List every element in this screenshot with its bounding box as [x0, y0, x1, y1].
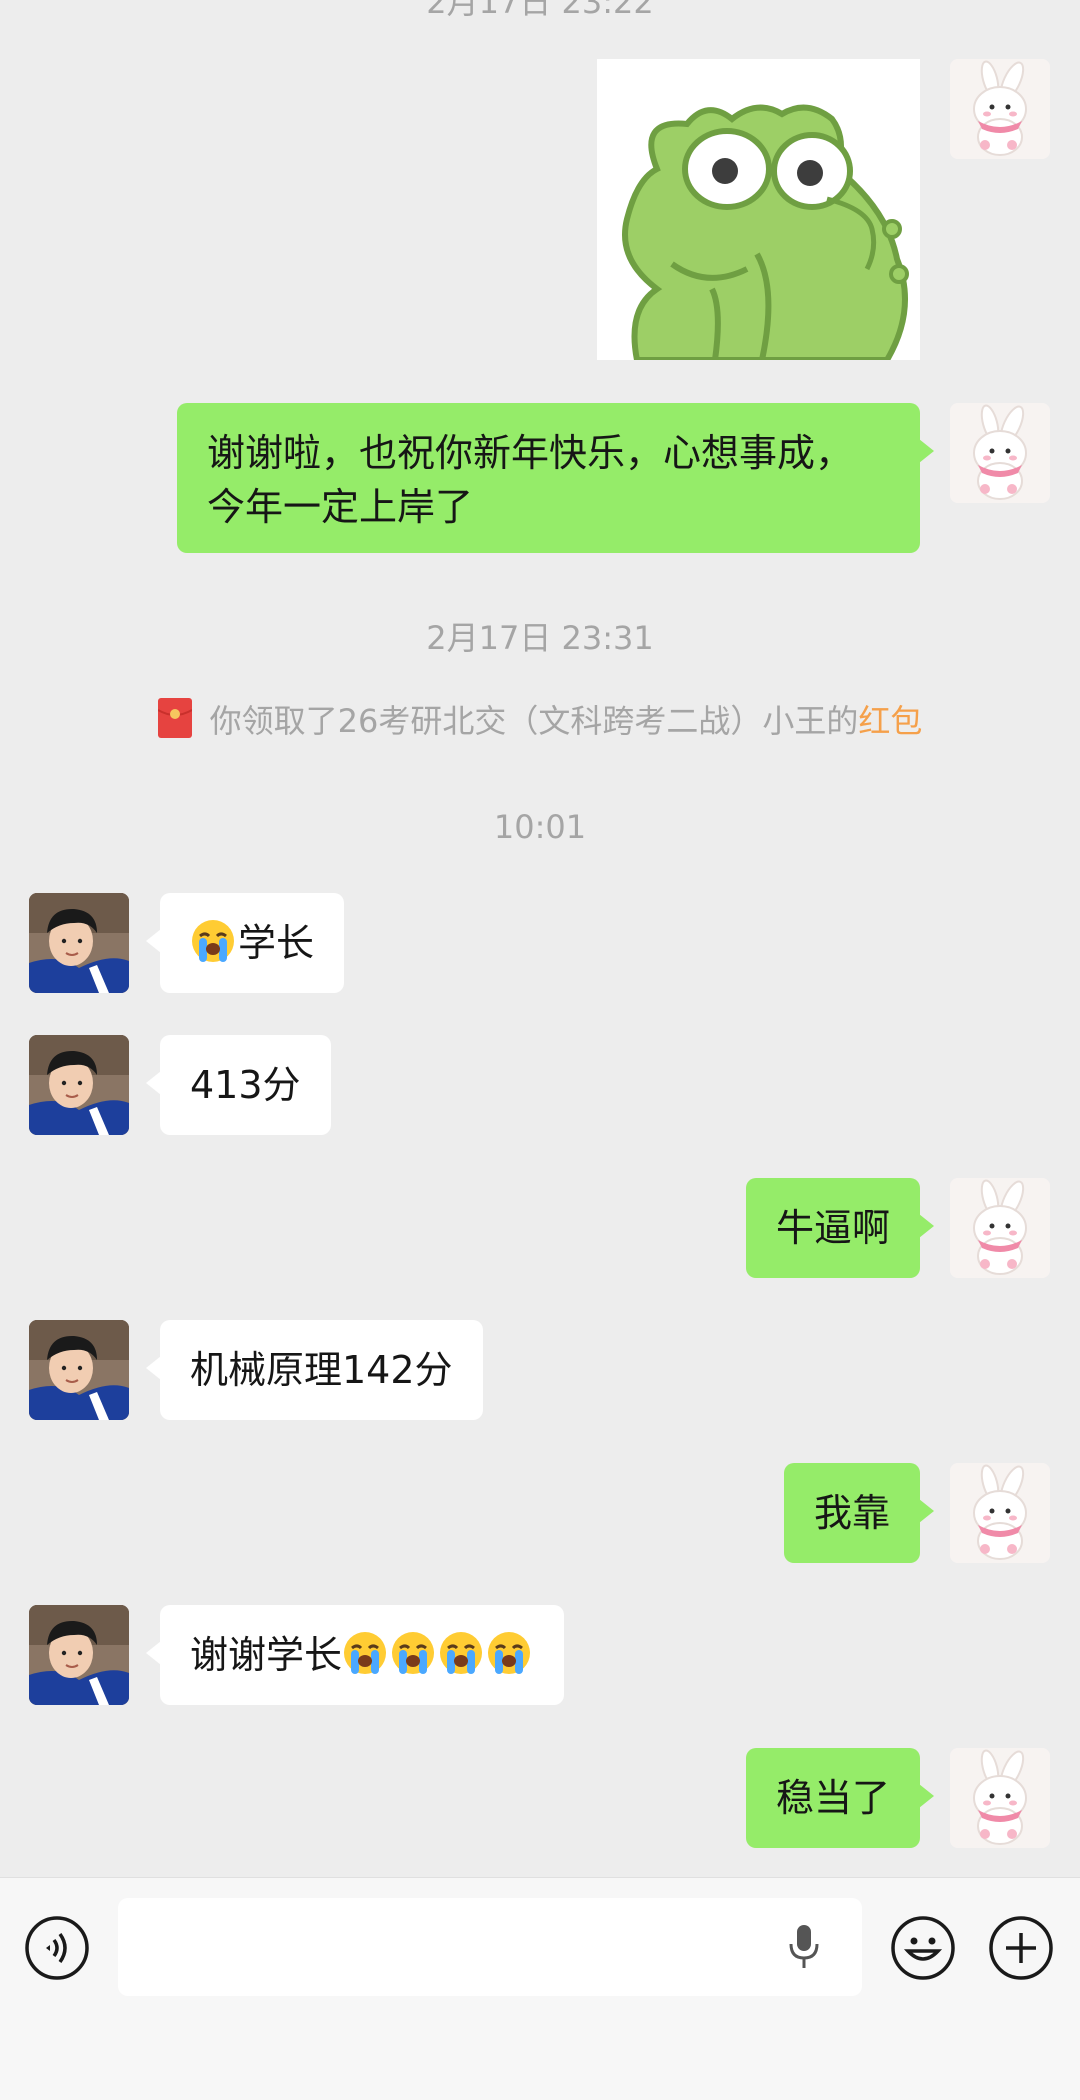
- my-message-bubble[interactable]: 谢谢啦，也祝你新年快乐，心想事成， 今年一定上岸了: [177, 403, 934, 553]
- plus-icon[interactable]: [988, 1915, 1054, 1981]
- crying-emoji-icon: [190, 918, 236, 964]
- message-input[interactable]: [118, 1898, 862, 1996]
- message-text-line-2: 今年一定上岸了: [207, 485, 474, 529]
- voice-icon[interactable]: [24, 1915, 90, 1981]
- red-packet-link[interactable]: 红包: [858, 702, 922, 740]
- notice-sender: 26考研北交（文科跨考二战）小王的: [337, 702, 859, 740]
- message-text: 机械原理142分: [190, 1348, 453, 1392]
- contact-message-bubble[interactable]: 413分: [146, 1035, 331, 1135]
- message-text: 谢谢学长: [190, 1633, 343, 1677]
- timestamp-top: 2月17日 23:22: [426, 0, 654, 21]
- contact-message-bubble[interactable]: 机械原理142分: [146, 1320, 483, 1420]
- my-avatar[interactable]: [950, 59, 1050, 159]
- emoji-icon[interactable]: [890, 1915, 956, 1981]
- crying-emoji-icon: [342, 1630, 388, 1676]
- my-message-bubble[interactable]: 牛逼啊: [745, 1178, 935, 1278]
- red-packet-notice[interactable]: 你领取了26考研北交（文科跨考二战）小王的红包: [0, 698, 1080, 741]
- my-avatar[interactable]: [950, 1178, 1050, 1278]
- red-packet-icon: [157, 698, 192, 738]
- timestamp: 10:01: [493, 808, 587, 846]
- crying-emoji-icon: [438, 1630, 484, 1676]
- message-text: 我靠: [813, 1491, 890, 1535]
- my-message-bubble[interactable]: 稳当了: [745, 1748, 935, 1848]
- contact-message-bubble[interactable]: 学长: [145, 893, 345, 993]
- contact-avatar[interactable]: [29, 1035, 129, 1135]
- message-text: 牛逼啊: [775, 1206, 890, 1250]
- message-text: 学长: [238, 921, 315, 965]
- my-avatar[interactable]: [950, 1463, 1050, 1563]
- crying-emoji-icon: [390, 1630, 436, 1676]
- contact-avatar[interactable]: [29, 1605, 129, 1705]
- input-bar: [0, 1877, 1080, 2100]
- timestamp: 2月17日 23:31: [426, 619, 654, 657]
- my-avatar[interactable]: [950, 403, 1050, 503]
- contact-avatar[interactable]: [29, 1320, 129, 1420]
- my-message-bubble[interactable]: 我靠: [783, 1463, 935, 1563]
- frog-sticker-image[interactable]: [597, 59, 920, 360]
- my-avatar[interactable]: [950, 1748, 1050, 1848]
- contact-avatar[interactable]: [29, 893, 129, 993]
- message-text-line-1: 谢谢啦，也祝你新年快乐，心想事成，: [207, 431, 854, 475]
- contact-message-bubble[interactable]: 谢谢学长: [145, 1605, 565, 1705]
- message-text: 413分: [190, 1063, 301, 1107]
- microphone-icon[interactable]: [784, 1922, 824, 1972]
- message-text: 稳当了: [775, 1776, 890, 1820]
- crying-emoji-icon: [486, 1630, 532, 1676]
- notice-prefix: 你领取了: [209, 702, 338, 740]
